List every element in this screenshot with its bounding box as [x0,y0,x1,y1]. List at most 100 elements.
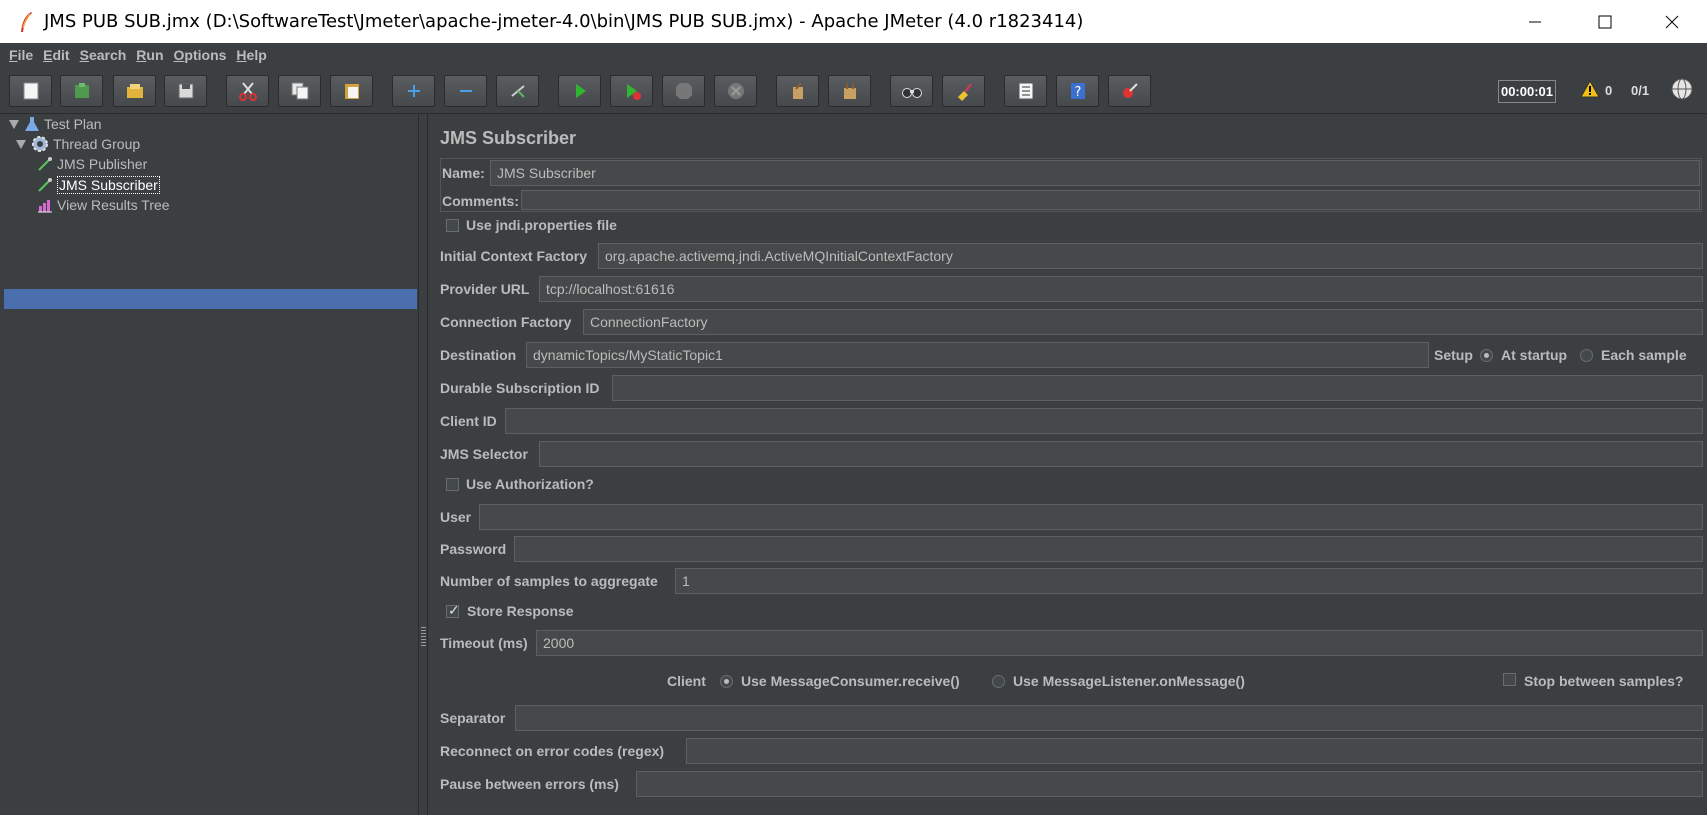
search-button[interactable] [890,75,933,107]
icf-field[interactable]: org.apache.activemq.jndi.ActiveMQInitial… [598,243,1703,269]
menu-bar: File Edit Search Run Options Help [0,43,1707,67]
jms-selector-field[interactable] [539,441,1703,467]
globe-icon[interactable] [1670,77,1694,104]
menu-help[interactable]: Help [231,43,271,67]
use-jndi-checkbox[interactable] [446,219,459,232]
help-button[interactable]: ? [1056,75,1099,107]
paste-button[interactable] [330,75,373,107]
minimize-icon [1529,21,1541,22]
minimize-button[interactable] [1500,0,1570,43]
clear-button[interactable] [776,75,819,107]
new-button[interactable] [9,75,52,107]
pipette-icon [37,156,53,172]
separator-field[interactable] [515,705,1703,731]
destination-label: Destination [440,347,517,363]
window-title: JMS PUB SUB.jmx (D:\SoftwareTest\Jmeter\… [44,11,1084,32]
client-label: Client [667,673,706,689]
timeout-field[interactable]: 2000 [536,630,1703,656]
save-icon [178,83,193,99]
toggle-button[interactable] [496,75,539,107]
divider-grip[interactable] [421,627,426,647]
collapse-icon [459,90,472,92]
setup-label: Setup [1434,347,1473,363]
expand-icon [407,85,420,97]
shutdown-icon [727,83,744,99]
menu-edit[interactable]: Edit [38,43,74,67]
expanded-arrow-icon[interactable] [8,118,20,130]
clear-icon [792,82,803,99]
client-receive-radio[interactable] [720,675,733,688]
expanded-arrow-icon[interactable] [15,138,27,150]
setup-at-startup-radio[interactable] [1480,349,1493,362]
clear-all-button[interactable] [828,75,871,107]
menu-run[interactable]: Run [131,43,168,67]
test-plan-icon [24,116,40,132]
save-button[interactable] [164,75,207,107]
clear-all-icon [843,83,856,99]
tree-item-thread-group[interactable]: Thread Group [15,134,140,154]
cut-button[interactable] [226,75,269,107]
client-id-label: Client ID [440,413,497,429]
close-icon [1665,15,1679,28]
start-button[interactable] [558,75,601,107]
password-field[interactable] [514,536,1703,562]
function-helper-button[interactable] [1004,75,1047,107]
setup-each-sample-radio[interactable] [1580,349,1593,362]
password-label: Password [440,541,507,557]
comments-field[interactable] [521,190,1700,210]
name-field[interactable]: JMS Subscriber [490,160,1700,186]
stop-between-samples-checkbox[interactable] [1503,673,1516,686]
tree-item-jms-publisher[interactable]: JMS Publisher [37,154,147,174]
samples-to-aggregate-field[interactable]: 1 [675,568,1703,594]
panel-title: JMS Subscriber [440,128,577,148]
templates-button[interactable] [60,75,103,107]
open-button[interactable] [113,75,156,107]
tree-item-view-results-tree[interactable]: View Results Tree [37,195,170,215]
remote-button[interactable] [1108,75,1151,107]
copy-button[interactable] [278,75,321,107]
provider-url-field[interactable]: tcp://localhost:61616 [539,276,1703,302]
toolbar: ? 00:00:01 0 0/1 [0,67,1707,114]
expand-all-button[interactable] [392,75,435,107]
client-id-field[interactable] [505,408,1703,434]
jmeter-feather-icon [16,10,36,34]
use-authorization-checkbox[interactable] [446,478,459,491]
connection-factory-field[interactable]: ConnectionFactory [583,309,1703,335]
pause-between-errors-label: Pause between errors (ms) [440,776,619,792]
icf-label: Initial Context Factory [440,248,588,264]
search-icon [901,88,922,98]
title-bar: JMS PUB SUB.jmx (D:\SoftwareTest\Jmeter\… [0,0,1707,43]
provider-url-label: Provider URL [440,281,530,297]
close-button[interactable] [1637,0,1707,43]
jms-subscriber-panel: JMS Subscriber Name: JMS Subscriber Comm… [428,114,1707,815]
tree-item-test-plan[interactable]: Test Plan [8,114,102,134]
stop-between-samples-label: Stop between samples? [1524,673,1684,689]
menu-file[interactable]: File [4,43,38,67]
menu-search[interactable]: Search [75,43,132,67]
user-field[interactable] [479,504,1703,530]
start-no-pauses-button[interactable] [610,75,653,107]
split-pane-divider[interactable] [418,114,428,815]
store-response-checkbox[interactable]: ✓ [446,602,460,618]
tree-item-jms-subscriber[interactable]: JMS Subscriber [37,175,160,195]
templates-icon [74,83,89,98]
reset-search-button[interactable] [942,75,985,107]
timeout-label: Timeout (ms) [440,635,528,651]
user-label: User [440,509,472,525]
menu-options[interactable]: Options [169,43,232,67]
pause-between-errors-field[interactable] [636,771,1703,797]
copy-icon [291,82,308,100]
stop-icon [675,83,692,99]
durable-subscription-field[interactable] [612,375,1703,401]
reconnect-field[interactable] [686,738,1703,764]
stop-button[interactable] [662,75,705,107]
warning-icon[interactable] [1580,79,1600,101]
paste-icon [344,84,359,99]
client-listener-radio[interactable] [992,675,1005,688]
shutdown-button[interactable] [714,75,757,107]
collapse-all-button[interactable] [444,75,487,107]
maximize-button[interactable] [1570,0,1640,43]
test-plan-tree: Test Plan Thread Group JMS Publisher JMS… [0,114,418,815]
checkmark-icon: ✓ [448,602,460,618]
destination-field[interactable]: dynamicTopics/MyStaticTopic1 [526,342,1429,368]
